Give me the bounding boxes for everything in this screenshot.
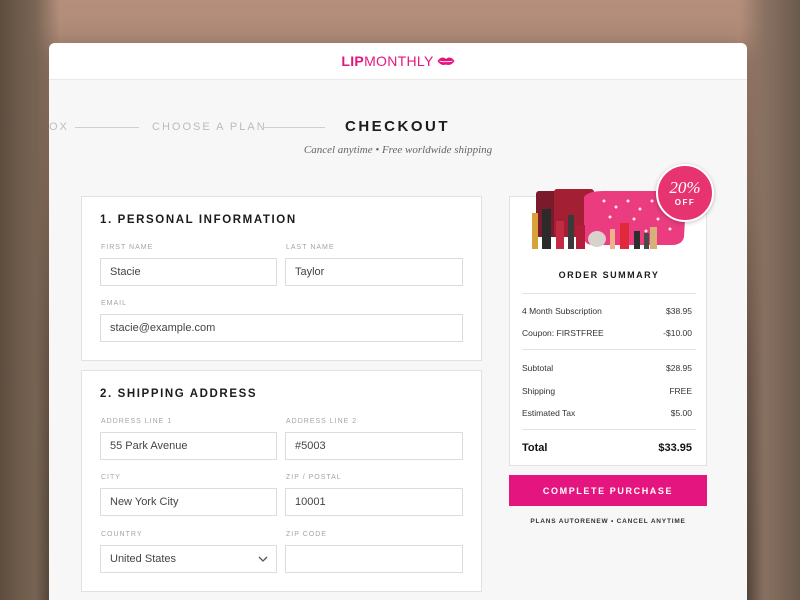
summary-divider <box>522 293 696 294</box>
summary-row-label: Estimated Tax <box>522 408 576 418</box>
total-value: $33.95 <box>658 442 692 454</box>
zip-postal-label: ZIP / POSTAL <box>286 474 342 481</box>
summary-row: Shipping FREE <box>522 386 692 396</box>
summary-row-label: 4 Month Subscription <box>522 306 602 316</box>
summary-divider <box>522 429 696 430</box>
personal-info-title: 1. PERSONAL INFORMATION <box>100 214 297 226</box>
city-label: CITY <box>101 474 121 481</box>
email-field[interactable] <box>100 314 463 342</box>
summary-row: Coupon: FIRSTFREE -$10.00 <box>522 328 692 338</box>
first-name-field[interactable] <box>100 258 277 286</box>
address-line-2-label: ADDRESS LINE 2 <box>286 418 358 425</box>
summary-row-label: Subtotal <box>522 363 554 373</box>
discount-off: OFF <box>674 198 696 207</box>
autorenew-note: PLANS AUTORENEW • CANCEL ANYTIME <box>530 518 686 525</box>
summary-row: 4 Month Subscription $38.95 <box>522 306 692 316</box>
country-selected-value: United States <box>110 553 177 565</box>
tagline: Cancel anytime • Free worldwide shipping <box>303 144 493 156</box>
summary-row-label: Coupon: FIRSTFREE <box>522 328 604 338</box>
country-select[interactable]: United States <box>100 545 277 573</box>
logo[interactable]: LIP MONTHLY <box>341 53 455 69</box>
step-divider <box>263 127 325 128</box>
top-bar: LIP MONTHLY <box>49 43 747 80</box>
city-field[interactable] <box>100 488 277 516</box>
email-label: EMAIL <box>101 300 128 307</box>
summary-row-value: FREE <box>669 386 692 396</box>
step-checkout: CHECKOUT <box>345 118 450 135</box>
personal-info-card: 1. PERSONAL INFORMATION FIRST NAME LAST … <box>81 196 482 361</box>
summary-row-value: $5.00 <box>670 408 692 418</box>
address-line-1-field[interactable] <box>100 432 277 460</box>
step-choose-plan[interactable]: CHOOSE A PLAN <box>152 121 267 133</box>
summary-row-value: -$10.00 <box>663 328 692 338</box>
country-label: COUNTRY <box>101 531 143 538</box>
step-divider <box>75 127 139 128</box>
last-name-label: LAST NAME <box>286 244 335 251</box>
summary-row-value: $38.95 <box>666 306 692 316</box>
step-previous-box[interactable]: OX <box>49 121 69 133</box>
summary-row-label: Shipping <box>522 386 556 396</box>
lips-icon <box>437 57 455 65</box>
checkout-window: LIP MONTHLY OX CHOOSE A PLAN CHECKOUT Ca… <box>49 43 747 600</box>
shipping-address-card: 2. SHIPPING ADDRESS ADDRESS LINE 1 ADDRE… <box>81 370 482 592</box>
address-line-1-label: ADDRESS LINE 1 <box>101 418 173 425</box>
shipping-address-title: 2. SHIPPING ADDRESS <box>100 388 258 400</box>
first-name-label: FIRST NAME <box>101 244 154 251</box>
checkout-steps: OX CHOOSE A PLAN CHECKOUT <box>49 118 747 138</box>
summary-row: Subtotal $28.95 <box>522 363 692 373</box>
discount-badge: 20% OFF <box>656 164 714 222</box>
logo-monthly: MONTHLY <box>364 53 434 69</box>
complete-purchase-button[interactable]: COMPLETE PURCHASE <box>509 475 707 506</box>
total-label: Total <box>522 442 548 454</box>
zip-code-field[interactable] <box>285 545 463 573</box>
summary-total: Total $33.95 <box>522 442 692 454</box>
discount-percent: 20% <box>669 178 701 197</box>
logo-lip: LIP <box>341 53 365 69</box>
summary-divider <box>522 349 696 350</box>
zip-postal-field[interactable] <box>285 488 463 516</box>
zip-code-label: ZIP CODE <box>286 531 327 538</box>
last-name-field[interactable] <box>285 258 463 286</box>
summary-row-value: $28.95 <box>666 363 692 373</box>
background-right <box>740 0 800 600</box>
order-summary-title: ORDER SUMMARY <box>558 270 660 280</box>
address-line-2-field[interactable] <box>285 432 463 460</box>
chevron-down-icon <box>258 556 268 562</box>
summary-row: Estimated Tax $5.00 <box>522 408 692 418</box>
order-summary-card: ORDER SUMMARY 4 Month Subscription $38.9… <box>509 189 707 466</box>
